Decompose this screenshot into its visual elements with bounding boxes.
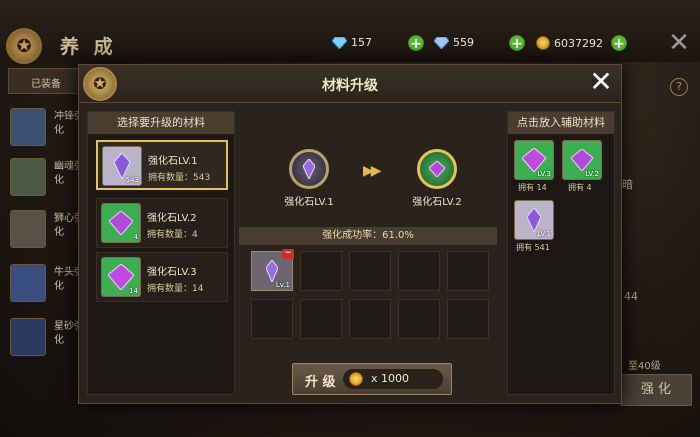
material-icon-lv1: 543 [102, 146, 142, 186]
source-material-label: 强化石LV.1 [284, 197, 334, 208]
equip-slot-5[interactable] [10, 318, 46, 356]
add-crystal-button[interactable]: + [509, 35, 525, 52]
aux-material-panel: 点击放入辅助材料 LV.3 拥有 14 LV.2 拥有 4 LV.1 拥有 54… [507, 111, 615, 395]
dialog-title: 材料升级 [322, 78, 378, 94]
diamond-icon [332, 36, 347, 49]
upgrade-button-label: 升 级 [305, 375, 336, 390]
diamond-counter: 157 [332, 36, 372, 49]
material-count-badge: 4 [133, 233, 138, 241]
tab-equipped[interactable]: 已装备 [8, 68, 84, 94]
add-diamond-button[interactable]: + [408, 35, 424, 52]
material-icon-lv3: 14 [101, 257, 141, 297]
bg-text-fragment: 暗 [622, 178, 633, 191]
target-material-label: 强化石LV.2 [412, 197, 462, 208]
material-slot-6[interactable] [251, 299, 293, 339]
material-slot-8[interactable] [349, 299, 391, 339]
aux-material-3[interactable]: LV.1 [514, 200, 554, 240]
close-icon[interactable]: ✕ [668, 30, 690, 56]
material-owned: 拥有数量：4 [147, 230, 198, 240]
material-card-lv2[interactable]: 4 强化石LV.2 拥有数量：4 [96, 198, 228, 248]
purple-crystal-icon [109, 211, 133, 235]
upgrade-button[interactable]: 升 级 x 1000 [292, 363, 452, 395]
material-slot-9[interactable] [398, 299, 440, 339]
success-rate-bar: 强化成功率：61.0% [239, 227, 497, 245]
aux-owned-2: 拥有 4 [568, 183, 592, 192]
equip-slot-2[interactable] [10, 158, 46, 196]
dialog-header: ✪ 材料升级 ✕ [79, 65, 621, 103]
crystal-counter: 559 [434, 36, 474, 49]
diamond-count: 157 [351, 36, 372, 49]
help-icon[interactable]: ? [670, 78, 688, 96]
aux-level-badge: LV.1 [537, 230, 551, 238]
material-slot-4[interactable] [398, 251, 440, 291]
equipment-sidebar: 已装备 冲锋强化 幽魂强化 狮心强化 牛头强化 星砂强化 [0, 68, 88, 437]
upgrade-cost: x 1000 [343, 369, 443, 389]
material-count-badge: 543 [125, 176, 139, 184]
purple-crystal-icon [266, 260, 278, 282]
aux-material-2[interactable]: LV.2 [562, 140, 602, 180]
material-count-badge: 14 [129, 287, 138, 295]
blue-crystal-icon [434, 36, 449, 49]
material-owned: 拥有数量：543 [148, 173, 211, 183]
material-slot-2[interactable] [300, 251, 342, 291]
material-name: 强化石LV.3 [147, 267, 197, 278]
material-name: 强化石LV.2 [147, 213, 197, 224]
source-material-node [289, 149, 329, 189]
gold-count: 6037292 [554, 36, 603, 50]
material-slot-10[interactable] [447, 299, 489, 339]
material-upgrade-dialog: ✪ 材料升级 ✕ 选择要升级的材料 543 强化石LV.1 拥有数量：543 4… [78, 64, 622, 404]
aux-owned-3: 拥有 541 [516, 243, 550, 252]
material-slot-7[interactable] [300, 299, 342, 339]
equip-slot-1[interactable] [10, 108, 46, 146]
purple-crystal-icon [571, 149, 593, 171]
bg-level-fragment: 44 [624, 290, 638, 303]
aux-material-header: 点击放入辅助材料 [508, 112, 614, 134]
gold-coin-icon [536, 36, 550, 50]
equip-slot-4[interactable] [10, 264, 46, 302]
add-gold-button[interactable]: + [611, 35, 627, 52]
gold-coin-icon [349, 372, 363, 386]
material-name: 强化石LV.1 [148, 156, 198, 167]
upgrade-cost-value: x 1000 [371, 372, 410, 385]
material-owned: 拥有数量：14 [147, 284, 204, 294]
slot-level-badge: Lv.1 [275, 281, 290, 289]
dialog-close-icon[interactable]: ✕ [589, 68, 613, 96]
purple-crystal-icon [429, 161, 445, 177]
crystal-count: 559 [453, 36, 474, 49]
aux-material-1[interactable]: LV.3 [514, 140, 554, 180]
purple-crystal-icon [303, 159, 315, 179]
remove-material-icon[interactable]: − [282, 249, 294, 259]
material-card-lv1[interactable]: 543 强化石LV.1 拥有数量：543 [96, 140, 228, 190]
material-icon-lv2: 4 [101, 203, 141, 243]
double-arrow-icon: ▶▶ [363, 163, 381, 179]
aux-owned-1: 拥有 14 [518, 183, 547, 192]
material-list-panel: 选择要升级的材料 543 强化石LV.1 拥有数量：543 4 强化石LV.2 … [87, 111, 235, 395]
top-bar: ✪ 养 成 157 + 559 + 6037292 + ✕ [0, 0, 700, 64]
equip-slot-3[interactable] [10, 210, 46, 248]
emblem-icon[interactable]: ✪ [6, 28, 42, 64]
material-card-lv3[interactable]: 14 强化石LV.3 拥有数量：14 [96, 252, 228, 302]
gold-counter: 6037292 [536, 36, 603, 50]
material-slot-1[interactable]: Lv.1 − [251, 249, 294, 291]
aux-level-badge: LV.3 [537, 170, 551, 178]
bg-strengthen-button[interactable]: 强 化 [620, 374, 692, 406]
target-material-node [417, 149, 457, 189]
material-slot-3[interactable] [349, 251, 391, 291]
material-list-header: 选择要升级的材料 [88, 112, 234, 134]
material-slot-5[interactable] [447, 251, 489, 291]
aux-level-badge: LV.2 [585, 170, 599, 178]
purple-crystal-icon [522, 148, 546, 172]
bg-level-limit: 至40级 [628, 361, 661, 372]
purple-crystal-icon [527, 208, 541, 232]
page-title: 养 成 [60, 36, 117, 58]
upgrade-center: 强化石LV.1 ▶▶ 强化石LV.2 强化成功率：61.0% Lv.1 − [239, 111, 499, 401]
